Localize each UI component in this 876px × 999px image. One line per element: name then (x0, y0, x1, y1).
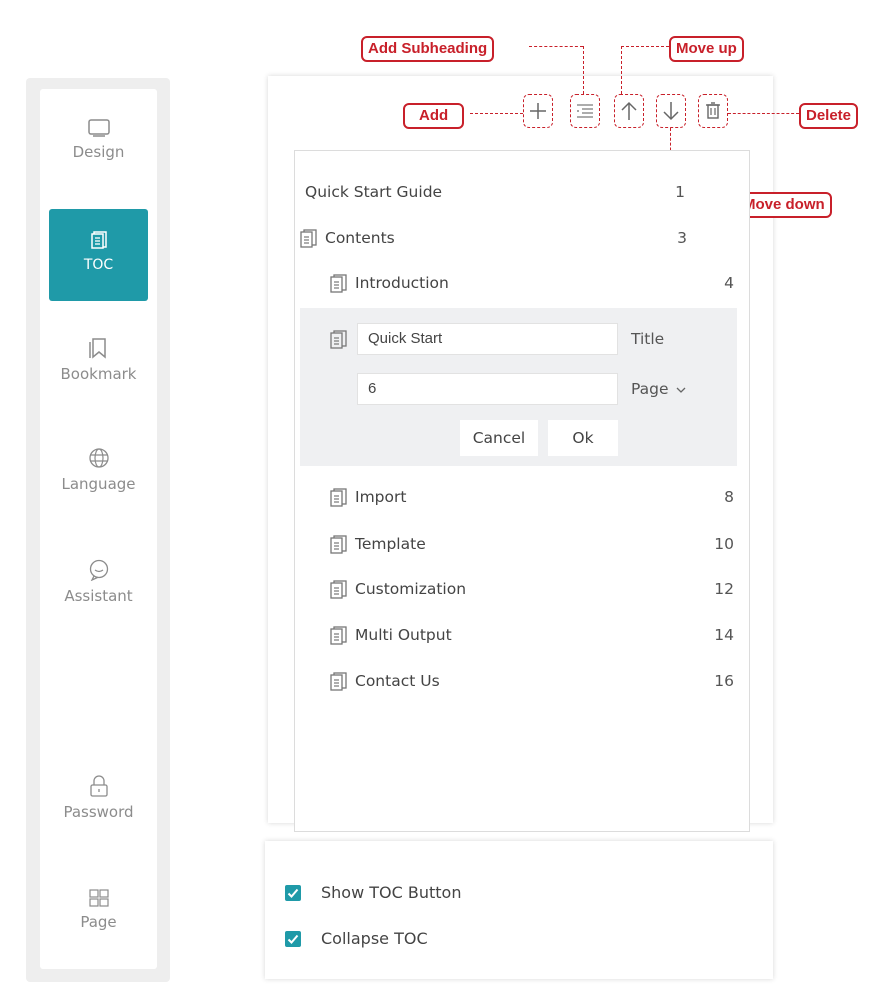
toc-options-panel (265, 841, 773, 979)
plus-icon (530, 103, 546, 119)
check-icon (287, 934, 299, 944)
sidebar-item-bookmark[interactable]: Bookmark (40, 337, 157, 383)
page-number: 3 (677, 229, 687, 247)
list-indent-icon (577, 104, 593, 118)
toc-item[interactable]: Introduction 4 (330, 268, 734, 298)
toc-item-label: Import (355, 488, 407, 506)
document-icon (330, 488, 347, 507)
page-number: 1 (675, 183, 685, 201)
toc-item[interactable]: Import 8 (330, 482, 734, 512)
sidebar-item-label: Bookmark (60, 365, 137, 383)
callout-delete: Delete (799, 103, 859, 129)
callout-move-up: Move up (669, 36, 744, 62)
callout-line (583, 46, 584, 94)
toc-item-label: Multi Output (355, 626, 452, 644)
document-icon (300, 229, 317, 248)
trash-icon (706, 102, 720, 119)
ok-button[interactable]: Ok (548, 420, 618, 456)
page-input[interactable]: 6 (357, 373, 618, 405)
show-toc-button-checkbox[interactable] (285, 885, 301, 901)
toc-item-label: Contents (325, 229, 395, 247)
toc-item-label: Introduction (355, 274, 449, 292)
arrow-up-icon (621, 101, 637, 120)
callout-line (529, 46, 583, 47)
callout-move-down: Move down (736, 192, 832, 218)
collapse-toc-label: Collapse TOC (321, 929, 428, 948)
sidebar-item-assistant[interactable]: Assistant (40, 559, 157, 605)
add-button[interactable] (523, 94, 553, 128)
bookmark-icon (88, 338, 106, 359)
sidebar-item-label: Password (63, 803, 134, 821)
grid-icon (88, 889, 109, 907)
arrow-down-icon (663, 102, 679, 121)
sidebar-item-label: Assistant (64, 587, 133, 605)
page-number: 8 (724, 488, 734, 506)
callout-line (470, 113, 523, 114)
callout-line (728, 113, 799, 114)
document-icon (330, 626, 347, 645)
chat-icon (89, 559, 108, 581)
toc-icon (90, 231, 107, 249)
title-label: Title (631, 330, 665, 348)
page-number: 10 (714, 535, 734, 553)
chevron-down-icon (677, 387, 686, 393)
callout-line (621, 46, 622, 94)
move-up-button[interactable] (614, 94, 644, 128)
toc-item-label: Contact Us (355, 672, 440, 690)
toc-item[interactable]: Contents 3 (300, 223, 687, 253)
sidebar: Design TOC Bookmark Language Assistant P… (40, 89, 157, 969)
sidebar-item-label: Design (72, 143, 125, 161)
page-number: 14 (714, 626, 734, 644)
lock-icon (89, 775, 108, 797)
globe-icon (88, 448, 109, 468)
callout-add: Add (403, 103, 465, 129)
page-type-label: Page (631, 380, 669, 398)
sidebar-item-design[interactable]: Design (40, 119, 157, 161)
sidebar-item-page[interactable]: Page (40, 889, 157, 931)
move-down-button[interactable] (656, 94, 686, 128)
sidebar-item-label: TOC (83, 257, 114, 273)
add-subheading-button[interactable] (570, 94, 600, 128)
document-icon (330, 274, 347, 293)
document-icon (330, 330, 347, 349)
toc-title: Quick Start Guide (305, 183, 443, 201)
toc-title-row[interactable]: Quick Start Guide 1 (305, 177, 685, 207)
page-type-dropdown[interactable]: Page (631, 380, 686, 398)
document-icon (330, 580, 347, 599)
toc-item[interactable]: Contact Us 16 (330, 666, 734, 696)
page-number: 12 (714, 580, 734, 598)
page-number: 16 (714, 672, 734, 690)
collapse-toc-checkbox[interactable] (285, 931, 301, 947)
show-toc-button-label: Show TOC Button (321, 883, 462, 902)
toc-item-label: Template (355, 535, 426, 553)
page-number: 4 (724, 274, 734, 292)
toc-item-label: Customization (355, 580, 467, 598)
callout-add-subheading: Add Subheading (361, 36, 495, 62)
monitor-icon (87, 119, 110, 137)
sidebar-item-password[interactable]: Password (40, 775, 157, 821)
sidebar-item-toc[interactable]: TOC (49, 209, 148, 301)
sidebar-item-label: Language (61, 475, 136, 493)
document-icon (330, 672, 347, 691)
document-icon (330, 535, 347, 554)
sidebar-item-language[interactable]: Language (40, 447, 157, 493)
sidebar-item-label: Page (80, 913, 117, 931)
toc-item[interactable]: Customization 12 (330, 574, 734, 604)
cancel-button[interactable]: Cancel (460, 420, 538, 456)
toc-item[interactable]: Template 10 (330, 529, 734, 559)
toc-item[interactable]: Multi Output 14 (330, 620, 734, 650)
check-icon (287, 888, 299, 898)
title-input[interactable]: Quick Start (357, 323, 618, 355)
callout-line (621, 46, 669, 47)
delete-button[interactable] (698, 94, 728, 128)
